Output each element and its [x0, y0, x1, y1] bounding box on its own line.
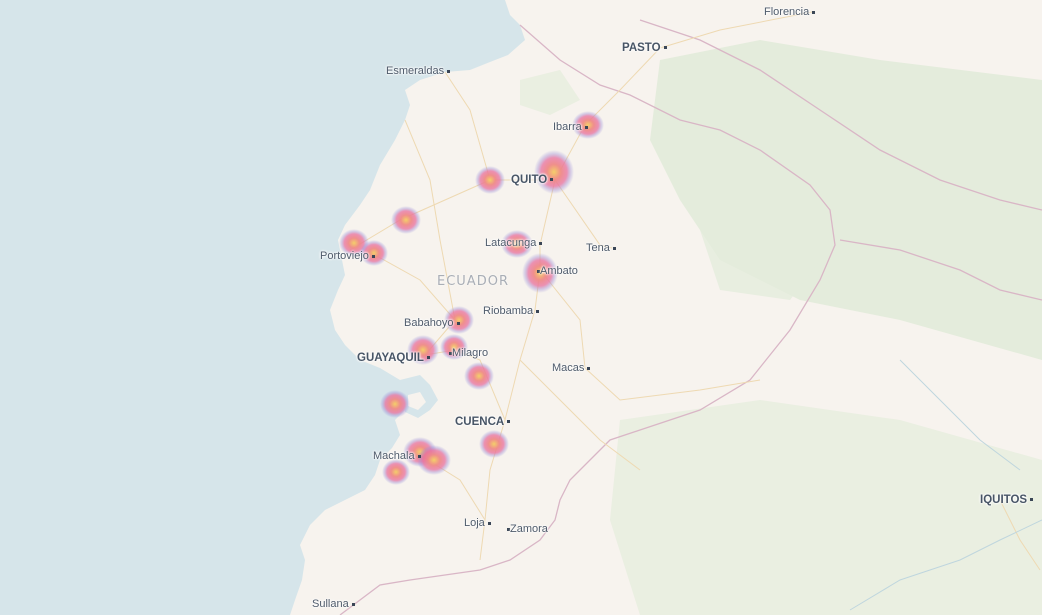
city-label-babahoyo[interactable]: Babahoyo: [404, 317, 460, 329]
city-name: Esmeraldas: [386, 65, 445, 77]
city-name: QUITO: [511, 174, 548, 186]
city-label-loja[interactable]: Loja: [464, 517, 491, 529]
city-label-zamora[interactable]: Zamora: [507, 523, 548, 535]
heat-blob: [464, 362, 494, 390]
city-name: Loja: [464, 517, 485, 529]
city-name: Latacunga: [485, 237, 537, 249]
city-label-ibarra[interactable]: Ibarra: [553, 121, 588, 133]
city-name: Milagro: [452, 347, 489, 359]
city-name: Machala: [373, 450, 415, 462]
city-marker-icon: [812, 10, 816, 14]
city-name: Ibarra: [553, 121, 582, 133]
city-marker-icon: [426, 356, 430, 360]
city-name: Riobamba: [483, 305, 534, 317]
city-label-latacunga[interactable]: Latacunga: [485, 237, 543, 249]
city-marker-icon: [587, 366, 591, 370]
heat-blob: [391, 206, 421, 234]
city-label-milagro[interactable]: Milagro: [449, 347, 488, 359]
city-label-machala[interactable]: Machala: [373, 450, 421, 462]
heat-blob: [417, 445, 451, 475]
map-view[interactable]: ECUADOR Florencia PASTO Esmeraldas Ibarr…: [0, 0, 1042, 615]
city-name: Zamora: [510, 523, 548, 535]
city-marker-icon: [584, 125, 588, 129]
city-marker-icon: [371, 254, 375, 258]
city-label-ambato[interactable]: Ambato: [537, 265, 578, 277]
heat-blob: [475, 166, 505, 194]
city-name: PASTO: [622, 42, 661, 54]
city-label-riobamba[interactable]: Riobamba: [483, 305, 540, 317]
city-label-sullana[interactable]: Sullana: [312, 598, 355, 610]
city-marker-icon: [351, 602, 355, 606]
city-label-florencia[interactable]: Florencia: [764, 6, 816, 18]
city-name: GUAYAQUIL: [357, 352, 424, 364]
city-name: Portoviejo: [320, 250, 369, 262]
city-label-quito[interactable]: QUITO: [511, 174, 554, 186]
city-marker-icon: [506, 420, 510, 424]
city-marker-icon: [536, 309, 540, 313]
heat-blob: [382, 459, 410, 485]
city-label-cuenca[interactable]: CUENCA: [455, 416, 510, 428]
city-label-tena[interactable]: Tena: [586, 242, 616, 254]
city-marker-icon: [417, 454, 421, 458]
city-label-portoviejo[interactable]: Portoviejo: [320, 250, 375, 262]
city-name: Florencia: [764, 6, 810, 18]
city-label-pasto[interactable]: PASTO: [622, 42, 667, 54]
heat-blob: [380, 390, 410, 418]
city-name: Macas: [552, 362, 585, 374]
city-label-macas[interactable]: Macas: [552, 362, 591, 374]
country-label-ecuador: ECUADOR: [437, 274, 509, 289]
city-label-guayaquil[interactable]: GUAYAQUIL: [357, 352, 430, 364]
city-label-iquitos[interactable]: IQUITOS: [980, 494, 1034, 506]
city-marker-icon: [550, 178, 554, 182]
city-label-esmeraldas[interactable]: Esmeraldas: [386, 65, 451, 77]
city-name: Babahoyo: [404, 317, 454, 329]
city-marker-icon: [539, 241, 543, 245]
city-marker-icon: [663, 46, 667, 50]
heat-blob: [479, 430, 509, 458]
city-name: CUENCA: [455, 416, 504, 428]
city-marker-icon: [456, 321, 460, 325]
city-marker-icon: [487, 521, 491, 525]
city-name: Sullana: [312, 598, 349, 610]
city-name: Tena: [586, 242, 610, 254]
city-marker-icon: [612, 246, 616, 250]
city-name: IQUITOS: [980, 494, 1028, 506]
heat-blob: [534, 150, 574, 194]
city-marker-icon: [1030, 498, 1034, 502]
city-name: Ambato: [540, 265, 578, 277]
city-marker-icon: [447, 69, 451, 73]
